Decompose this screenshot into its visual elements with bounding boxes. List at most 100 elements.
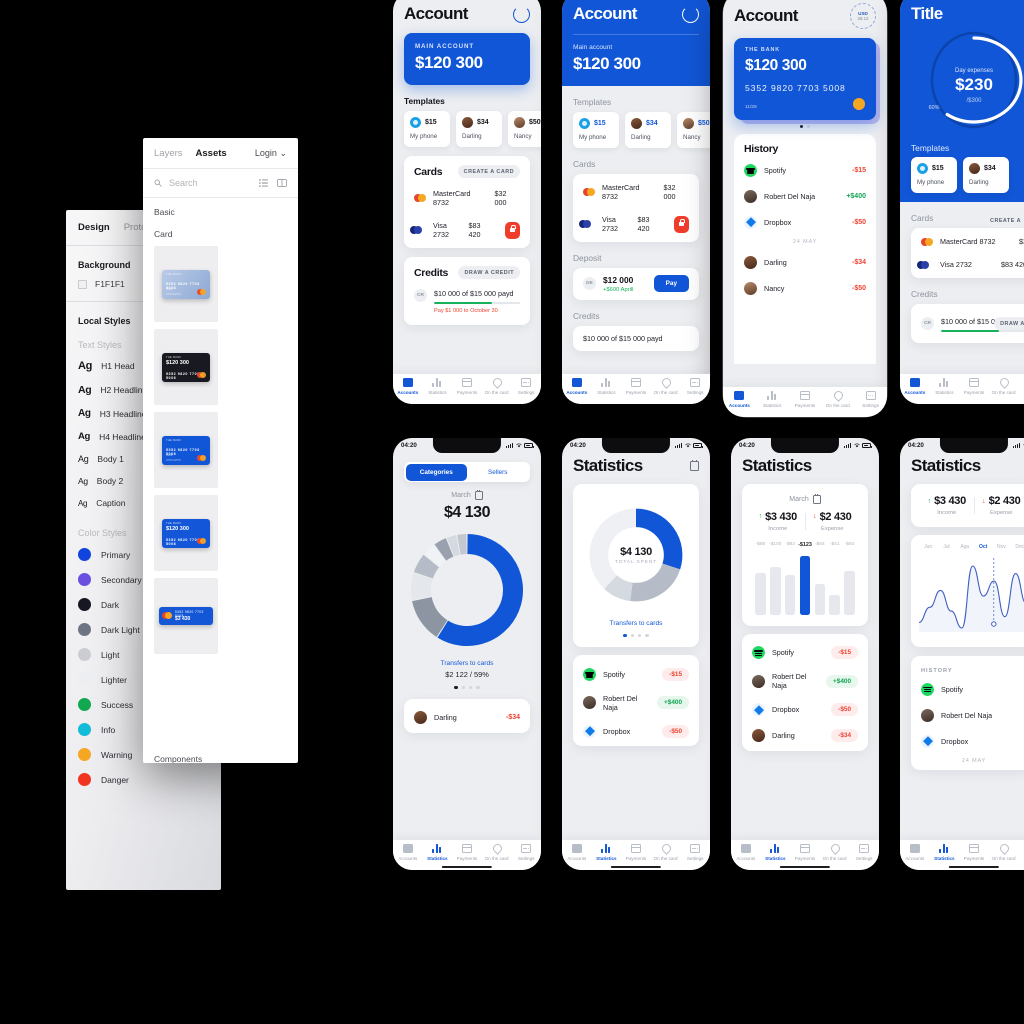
color-swatch-icon[interactable] xyxy=(78,279,87,289)
tab-settings[interactable]: Settings xyxy=(849,844,879,861)
tab-on-the-card[interactable]: On the card xyxy=(989,844,1019,861)
list-item[interactable]: Dropbox -$50 xyxy=(573,718,699,744)
assets-search-row[interactable]: Search xyxy=(143,169,298,197)
loading-ring-icon[interactable] xyxy=(513,5,530,23)
deposit-panel[interactable]: DE $12 000 +$600 Aprill Pay xyxy=(573,268,699,300)
template-item[interactable]: $34 Darling xyxy=(456,111,502,147)
search-input[interactable]: Search xyxy=(169,178,198,188)
donut-slice[interactable] xyxy=(434,537,454,561)
carousel-dot[interactable] xyxy=(454,685,458,689)
asset-card-blue[interactable]: THE BANK 5352 9820 7703 5008 11/28 JOHN … xyxy=(154,412,218,488)
carousel-dot[interactable] xyxy=(623,634,627,638)
tab-on-the-card[interactable]: On the card xyxy=(482,378,512,395)
month-selector[interactable]: March xyxy=(751,493,859,506)
calendar-icon[interactable] xyxy=(690,460,699,471)
tab-on-the-card[interactable]: On the card xyxy=(820,844,850,861)
tab-payments[interactable]: Payments xyxy=(789,391,822,408)
donut-slice[interactable] xyxy=(411,572,433,600)
tab-payments[interactable]: Payments xyxy=(959,844,989,861)
category-donut-chart[interactable] xyxy=(393,526,541,654)
card-row-visa[interactable]: Visa 2732 $83 420 xyxy=(573,208,699,240)
bar[interactable] xyxy=(844,570,855,615)
donut-slice[interactable] xyxy=(413,554,440,579)
asset-card-wide[interactable]: 5352 9820 7703 5008 $3 430 xyxy=(154,578,218,654)
donut-slice[interactable] xyxy=(630,563,681,602)
template-item[interactable]: $15 My phone xyxy=(911,157,957,193)
tab-payments[interactable]: Payments xyxy=(452,844,482,861)
pay-button[interactable]: Pay xyxy=(653,275,689,293)
tab-statistics[interactable]: Statistics xyxy=(592,844,622,861)
grid-view-icon[interactable] xyxy=(277,179,287,187)
tab-layers[interactable]: Layers xyxy=(154,148,183,159)
asset-card-lightblue[interactable]: THE BANK 5352 9820 7703 5008 11/28 JOHN … xyxy=(154,246,218,322)
tab-payments[interactable]: Payments xyxy=(790,844,820,861)
segmented-control[interactable]: Categories Sellers xyxy=(404,462,530,482)
balance-line-chart[interactable] xyxy=(915,556,1024,632)
carousel-dots[interactable] xyxy=(393,679,541,689)
tab-settings[interactable]: Settings xyxy=(511,378,541,395)
card-row-visa[interactable]: Visa 2732 $83 420 xyxy=(911,253,1024,276)
highlight-point[interactable] xyxy=(991,621,997,627)
tab-accounts[interactable]: Accounts xyxy=(562,378,592,395)
bar[interactable] xyxy=(755,572,766,615)
tab-statistics[interactable]: Statistics xyxy=(592,378,622,395)
list-item[interactable]: Darling -$34 xyxy=(404,705,530,731)
list-item[interactable]: Dropbox -$50 xyxy=(734,209,876,235)
template-item[interactable]: $15 My phone xyxy=(573,112,619,148)
total-spent-donut-chart[interactable]: $4 130 TOTAL SPENT xyxy=(582,496,690,614)
list-item[interactable]: Spotify -$15 xyxy=(573,661,699,687)
tab-accounts[interactable]: Accounts xyxy=(723,391,756,408)
bar[interactable] xyxy=(814,583,826,615)
carousel-dot[interactable] xyxy=(461,685,465,689)
tab-settings[interactable]: Settings xyxy=(854,391,887,408)
tab-statistics[interactable]: Statistics xyxy=(423,378,453,395)
list-item[interactable]: Darling -$34 xyxy=(742,723,868,749)
segment-categories[interactable]: Categories xyxy=(405,463,467,481)
list-item[interactable]: Spotify xyxy=(911,676,1024,702)
carousel-dot[interactable] xyxy=(630,634,634,638)
list-item[interactable]: Dropbox xyxy=(911,728,1024,754)
tab-payments[interactable]: Payments xyxy=(452,378,482,395)
tab-accounts[interactable]: Accounts xyxy=(393,378,423,395)
list-item[interactable]: Darling -$34 xyxy=(734,249,876,275)
create-card-button[interactable]: CREATE A xyxy=(984,214,1024,227)
tab-statistics[interactable]: Statistics xyxy=(930,378,960,395)
tab-accounts[interactable]: Accounts xyxy=(393,844,423,861)
main-account-card[interactable]: MAIN ACCOUNT $120 300 xyxy=(404,33,530,85)
tab-on-the-card[interactable]: On the card xyxy=(482,844,512,861)
template-item[interactable]: $34 Darling xyxy=(963,157,1009,193)
create-card-button[interactable]: CREATE A CARD xyxy=(457,165,520,178)
asset-card-blue-balance[interactable]: THE BANK $120 300 5352 9820 7703 5008 xyxy=(154,495,218,571)
list-item[interactable]: Robert Del Naja xyxy=(911,702,1024,728)
list-item[interactable]: Spotify -$15 xyxy=(734,157,876,183)
tab-accounts[interactable]: Accounts xyxy=(900,378,930,395)
draw-credit-button[interactable]: DRAW A C xyxy=(994,317,1024,330)
color-style-danger[interactable]: Danger xyxy=(66,767,221,792)
bar[interactable] xyxy=(799,555,811,615)
tab-settings[interactable]: Settings xyxy=(680,378,710,395)
tab-on-the-card[interactable]: On the card xyxy=(821,391,854,408)
donut-slice[interactable] xyxy=(604,574,634,602)
segment-sellers[interactable]: Sellers xyxy=(467,464,529,481)
lock-card-button[interactable] xyxy=(673,215,689,233)
tab-assets[interactable]: Assets xyxy=(196,148,227,159)
login-menu[interactable]: Login ⌄ xyxy=(255,148,287,159)
card-row-mastercard[interactable]: MasterCard 8732 $3 xyxy=(911,230,1024,253)
list-item[interactable]: Robert Del Naja +$400 xyxy=(742,666,868,697)
tab-on-the-card[interactable]: On the card xyxy=(989,378,1019,395)
carousel-dot[interactable] xyxy=(638,634,642,638)
carousel-dots[interactable] xyxy=(582,627,690,638)
bar[interactable] xyxy=(770,566,781,615)
donut-slice[interactable] xyxy=(457,533,467,555)
tab-statistics[interactable]: Statistics xyxy=(423,844,453,861)
tab-accounts[interactable]: Accounts xyxy=(562,844,592,861)
tab-settings[interactable]: Settings xyxy=(1018,844,1024,861)
card-row-visa[interactable]: Visa 2732 $83 420 xyxy=(404,214,530,246)
tab-statistics[interactable]: Statistics xyxy=(930,844,960,861)
card-row-mastercard[interactable]: MasterCard 8732 $32 000 xyxy=(573,176,699,208)
tab-payments[interactable]: Payments xyxy=(959,378,989,395)
carousel-dot[interactable] xyxy=(469,685,473,689)
tab-settings[interactable]: Settings xyxy=(511,844,541,861)
card-row-mastercard[interactable]: MasterCard 8732 $32 000 xyxy=(404,182,530,214)
donut-slice[interactable] xyxy=(437,533,523,646)
